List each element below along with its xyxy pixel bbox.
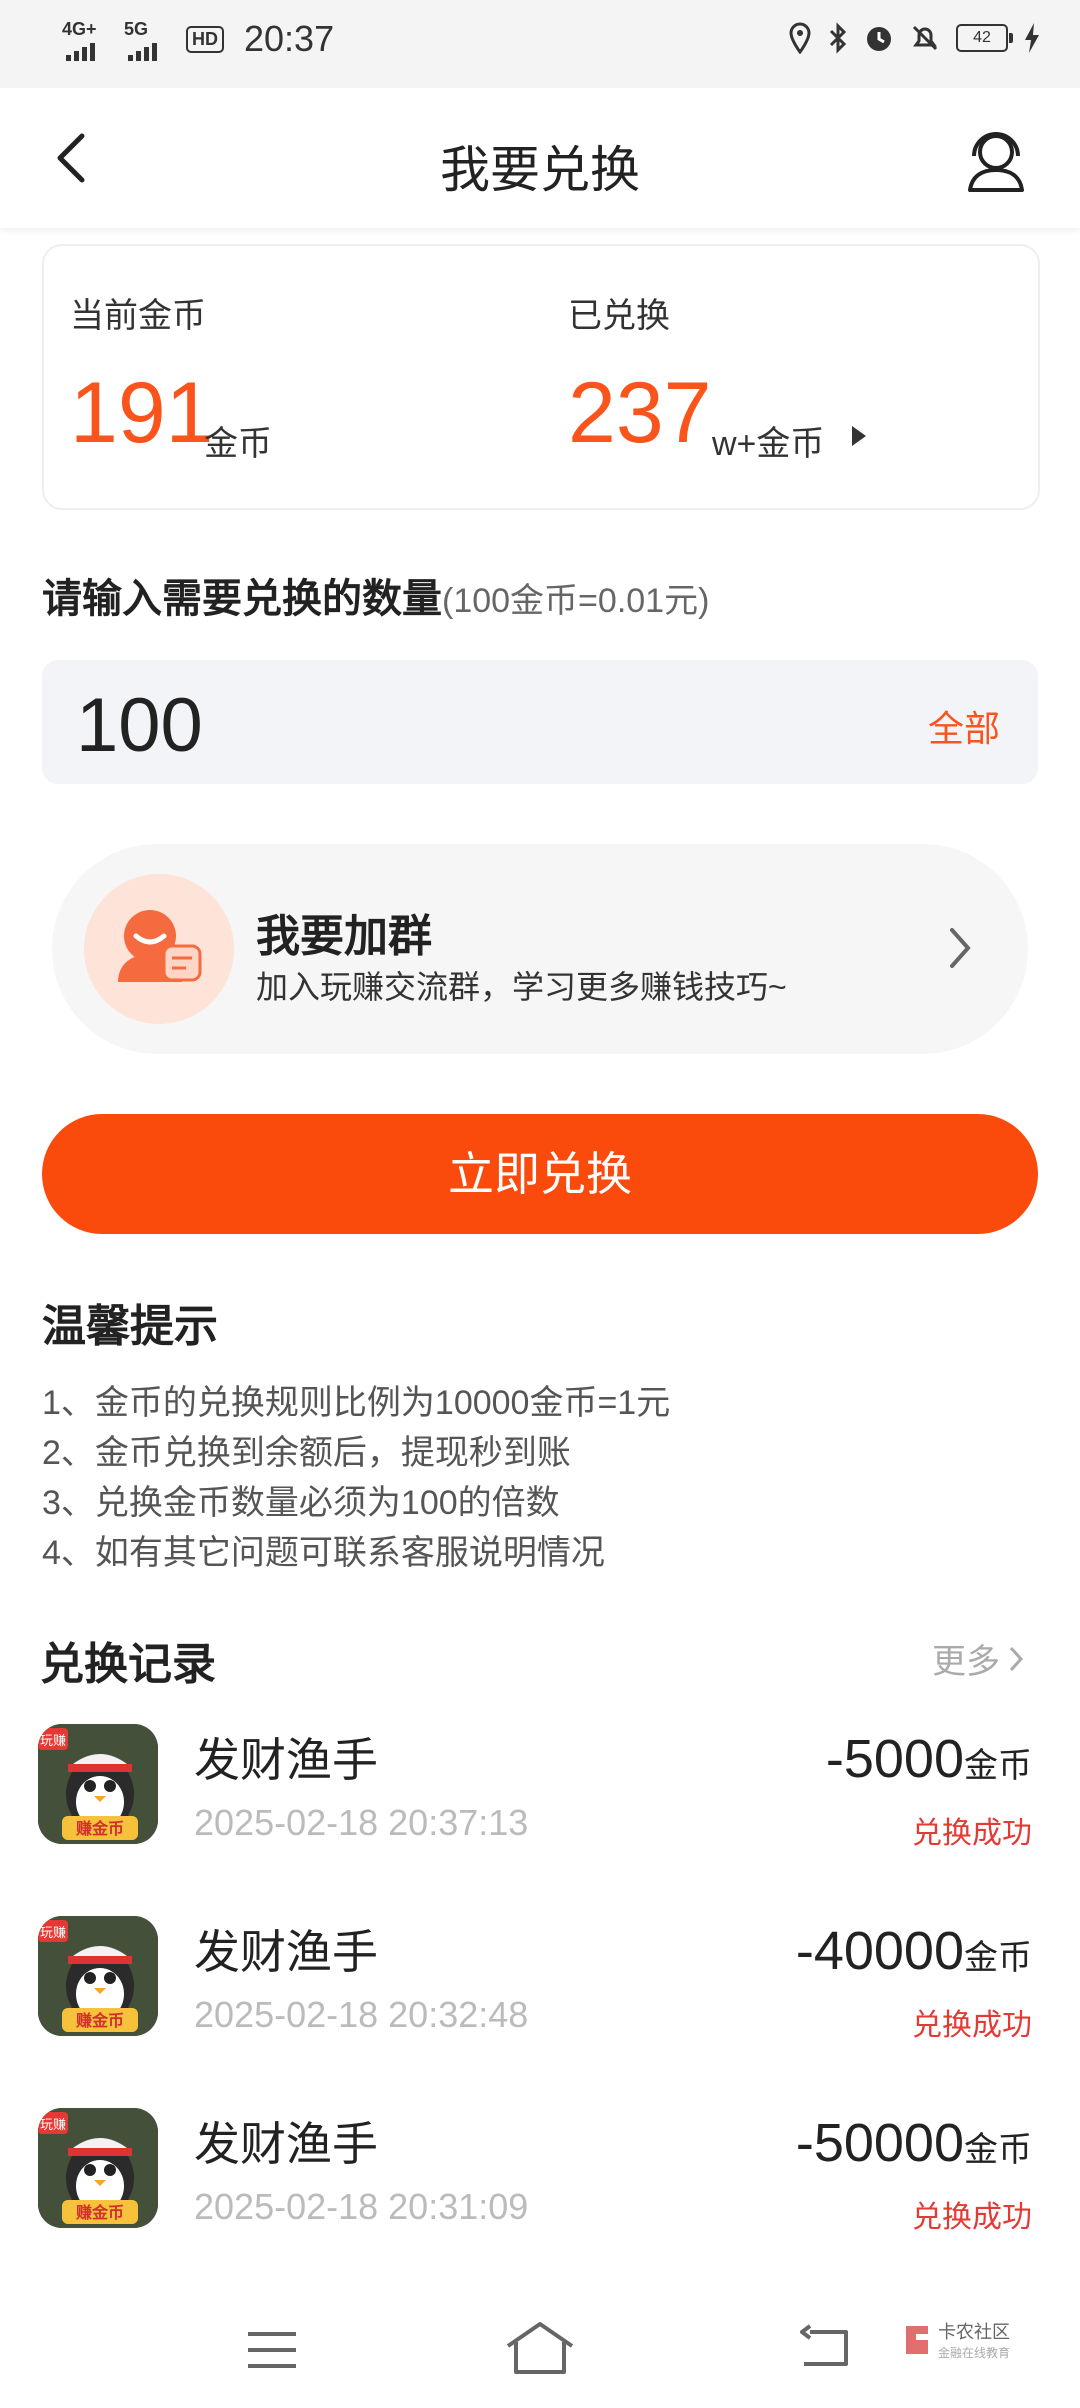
record-row[interactable]: 玩赚 赚金币 发财渔手 2025-02-18 20:37:13 -5000金币 … bbox=[0, 1724, 1080, 1914]
menu-icon[interactable] bbox=[246, 2330, 298, 2370]
tip-item: 1、金币的兑换规则比例为10000金币=1元 bbox=[42, 1384, 671, 1422]
chevron-right-icon bbox=[1009, 1646, 1024, 1671]
system-nav-bar: 卡农社区 金融在线教育 bbox=[0, 2290, 1080, 2408]
badge-top: 玩赚 bbox=[40, 2117, 66, 2133]
mute-icon bbox=[912, 25, 938, 51]
home-icon[interactable] bbox=[504, 2320, 576, 2376]
page-title: 我要兑换 bbox=[440, 142, 640, 198]
charging-icon bbox=[1025, 23, 1039, 53]
app-icon: 玩赚 赚金币 bbox=[38, 2108, 158, 2228]
amount-input-value[interactable]: 100 bbox=[76, 688, 203, 764]
record-time: 2025-02-18 20:31:09 bbox=[194, 2186, 529, 2227]
penguin-app-icon: 玩赚 赚金币 bbox=[38, 1724, 158, 1844]
amount-input[interactable]: 100 全部 bbox=[42, 660, 1038, 784]
penguin-app-icon: 玩赚 赚金币 bbox=[38, 2108, 158, 2228]
battery-icon: 42 bbox=[956, 24, 1013, 52]
hd-voice-icon: HD bbox=[186, 25, 224, 53]
all-button[interactable]: 全部 bbox=[928, 700, 1000, 752]
status-bar: 4G+ 5G HD 20:37 42 bbox=[0, 0, 1080, 88]
exchange-now-button[interactable]: 立即兑换 bbox=[42, 1114, 1038, 1234]
record-time: 2025-02-18 20:32:48 bbox=[194, 1994, 529, 2035]
chevron-right-icon bbox=[950, 928, 971, 968]
record-app-name: 发财渔手 bbox=[194, 1734, 378, 1786]
watermark-line1: 卡农社区 bbox=[938, 2322, 1010, 2342]
record-status: 兑换成功 bbox=[912, 2009, 1032, 2042]
record-time: 2025-02-18 20:37:13 bbox=[194, 1802, 529, 1843]
tip-item: 2、金币兑换到余额后，提现秒到账 bbox=[42, 1434, 571, 1472]
alarm-icon bbox=[867, 27, 891, 51]
record-amount: -40000金币 bbox=[795, 1921, 1032, 1981]
record-amount: -50000金币 bbox=[795, 2113, 1032, 2173]
more-records-link[interactable]: 更多 bbox=[932, 1634, 1024, 1683]
signal-5g-icon: 5G bbox=[124, 19, 172, 61]
exchanged-unit[interactable]: w+金币 bbox=[712, 416, 824, 465]
caret-right-icon[interactable] bbox=[852, 426, 866, 446]
join-group-banner[interactable]: 我要加群 加入玩赚交流群，学习更多赚钱技巧~ bbox=[52, 844, 1028, 1054]
group-banner-title: 我要加群 bbox=[256, 912, 432, 961]
bluetooth-icon bbox=[829, 22, 847, 54]
clock: 20:37 bbox=[244, 18, 335, 59]
current-coins-label: 当前金币 bbox=[70, 297, 206, 335]
signal-4g-icon: 4G+ bbox=[62, 19, 110, 61]
app-icon: 玩赚 赚金币 bbox=[38, 1724, 158, 1844]
current-coins-value: 191 bbox=[70, 365, 214, 461]
record-status: 兑换成功 bbox=[912, 1817, 1032, 1850]
current-coins-unit: 金币 bbox=[204, 425, 272, 463]
amount-prompt: 请输入需要兑换的数量(100金币=0.01元) bbox=[42, 577, 710, 621]
group-banner-subtitle: 加入玩赚交流群，学习更多赚钱技巧~ bbox=[256, 969, 787, 1005]
record-app-name: 发财渔手 bbox=[194, 2118, 378, 2170]
penguin-app-icon: 玩赚 赚金币 bbox=[38, 1916, 158, 2036]
watermark-line2: 金融在线教育 bbox=[938, 2346, 1011, 2360]
tips-list: 1、金币的兑换规则比例为10000金币=1元 2、金币兑换到余额后，提现秒到账 … bbox=[42, 1378, 670, 1578]
records-title: 兑换记录 bbox=[40, 1640, 216, 1689]
record-row[interactable]: 玩赚 赚金币 发财渔手 2025-02-18 20:32:48 -40000金币… bbox=[0, 1916, 1080, 2106]
badge-bottom: 赚金币 bbox=[75, 2011, 124, 2030]
location-icon bbox=[789, 22, 811, 54]
group-chat-icon bbox=[84, 874, 234, 1024]
exchanged-value[interactable]: 237 bbox=[568, 370, 712, 456]
record-status: 兑换成功 bbox=[912, 2201, 1032, 2234]
exchanged-label: 已兑换 bbox=[568, 297, 670, 335]
tip-item: 4、如有其它问题可联系客服说明情况 bbox=[42, 1534, 605, 1572]
customer-service-icon[interactable] bbox=[964, 126, 1028, 194]
record-amount: -5000金币 bbox=[825, 1729, 1032, 1789]
record-app-name: 发财渔手 bbox=[194, 1926, 378, 1978]
header: 我要兑换 bbox=[0, 88, 1080, 228]
badge-top: 玩赚 bbox=[40, 1733, 66, 1749]
watermark: 卡农社区 金融在线教育 bbox=[902, 2318, 1010, 2361]
kanong-logo-icon bbox=[906, 2325, 928, 2354]
badge-bottom: 赚金币 bbox=[75, 1819, 124, 1838]
tips-title: 温馨提示 bbox=[42, 1302, 218, 1351]
back-icon[interactable] bbox=[796, 2322, 852, 2370]
record-row[interactable]: 玩赚 赚金币 发财渔手 2025-02-18 20:31:09 -50000金币… bbox=[0, 2108, 1080, 2298]
app-icon: 玩赚 赚金币 bbox=[38, 1916, 158, 2036]
tip-item: 3、兑换金币数量必须为100的倍数 bbox=[42, 1484, 560, 1522]
badge-bottom: 赚金币 bbox=[75, 2203, 124, 2222]
exchange-rate: (100金币=0.01元) bbox=[442, 582, 710, 620]
badge-top: 玩赚 bbox=[40, 1925, 66, 1941]
